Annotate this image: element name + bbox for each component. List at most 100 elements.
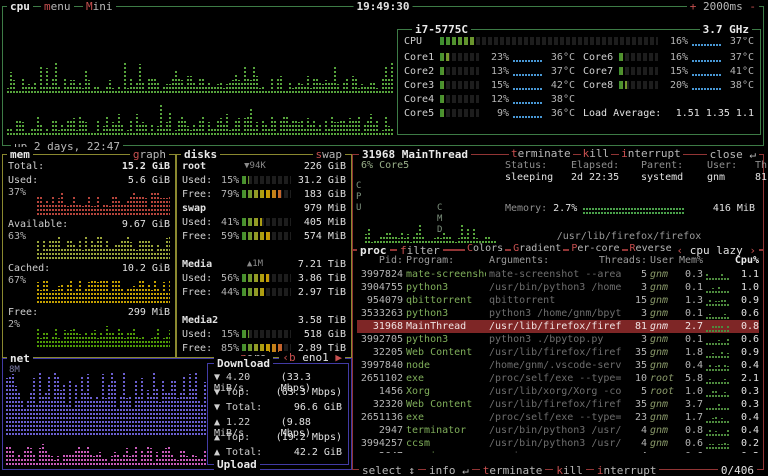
cpu-header[interactable]: Cpu% [733, 254, 759, 267]
net-stat-row: ▲ Top:(19.2 Mbps) [214, 432, 342, 447]
process-row[interactable]: 2651136exe/proc/self/exe --type=rendere2… [357, 411, 759, 424]
disk-free-percent: 59% [215, 231, 239, 242]
process-row[interactable]: 1456Xorg/usr/lib/xorg/Xorg -core :0 -5ro… [357, 385, 759, 398]
process-list[interactable]: 3997824mate-screenshomate-screenshot --a… [357, 268, 759, 453]
user-header[interactable]: User: [650, 254, 676, 267]
disk-used-label: Used: [182, 217, 212, 228]
interval-increase-button[interactable]: + [690, 0, 697, 13]
row-cpu-graph [706, 452, 730, 454]
update-interval: + 2000ms - [687, 0, 759, 14]
core-row: Core1 23% 36°C [404, 50, 575, 64]
threads-cell: 5 [625, 385, 647, 398]
select-button[interactable]: select ↕ [359, 464, 418, 476]
process-row[interactable]: 3904755python3/usr/bin/python3 /home/gnm… [357, 281, 759, 294]
core-temp: 41°C [726, 66, 754, 77]
per-core-option[interactable]: Per-core [569, 243, 621, 254]
pid-cell: 32320 [357, 398, 403, 411]
args-cell: /usr/bin/python3 /usr/bin/ccs [489, 437, 622, 450]
mem-stat-percent: 2% [8, 319, 34, 349]
row-cpu-graph [706, 348, 730, 358]
core-percent: 16% [662, 52, 688, 63]
mem-stat-row: Free: 299 MiB [8, 305, 170, 319]
mem-cell: 0.1 [679, 281, 703, 294]
net-stat-value: (63.3 Mbps) [276, 387, 342, 402]
mem-cell: 1.3 [679, 294, 703, 307]
core-label: Core4 [404, 94, 436, 105]
detail-value: 2d 22:35 [571, 172, 633, 183]
core-usage-meter [440, 95, 479, 103]
cpu-cell: 0.9 [733, 346, 759, 359]
footer-interrupt-button[interactable]: interrupt [594, 464, 660, 476]
process-row[interactable]: 32320Web Content/usr/lib/firefox/firefox… [357, 398, 759, 411]
process-row[interactable]: 3992705python3python3 ./bpytop.py3gnm0.1… [357, 333, 759, 346]
program-cell: node [406, 359, 486, 372]
pid-cell: 3994257 [357, 437, 403, 450]
detail-memory-row: Memory: 2.7% 416 MiB [505, 203, 755, 214]
cpu-vertical-label: CPU [356, 181, 364, 214]
core-percent: 20% [662, 80, 688, 91]
cpu-usage-graph-upper [7, 55, 393, 93]
footer-kill-button[interactable]: kill [553, 464, 586, 476]
mem-cell: 0.4 [679, 359, 703, 372]
footer-terminate-button[interactable]: terminate [480, 464, 546, 476]
pid-header[interactable]: Pid: [357, 254, 403, 267]
net-stats-panel: Download Upload ▼ 4.20 MiB/s(33.3 Mbps) … [207, 363, 349, 465]
core-temp-graph [692, 67, 722, 76]
mem-graph-toggle[interactable]: graph [130, 147, 169, 162]
kill-button[interactable]: kill [581, 147, 612, 160]
threads-cell: 4 [625, 437, 647, 450]
disk-free-row: Free: 79% 183 GiB [182, 187, 346, 201]
core-temp-graph [692, 53, 722, 62]
process-row-selected[interactable]: 31968MainThread/usr/lib/firefox/firefox8… [357, 320, 759, 333]
net-stat-label: ▼ 4.20 MiB/s [214, 372, 281, 387]
mem-stat-value: 299 MiB [128, 307, 170, 318]
reverse-option[interactable]: Reverse [628, 243, 674, 254]
gradient-option[interactable]: Gradient [511, 243, 563, 254]
disk-name-row: Media2 3.58 TiB [182, 313, 346, 327]
args-cell: python3 /home/gnm/bpytop/bpyt [489, 307, 622, 320]
detail-header: Threads: [755, 160, 768, 171]
program-cell: Web Content [406, 398, 486, 411]
pid-cell: 31968 [357, 320, 403, 333]
process-row[interactable]: 32205Web Content/usr/lib/firefox/firefox… [357, 346, 759, 359]
user-cell: root [650, 385, 676, 398]
disk-used-label: Used: [182, 175, 212, 186]
disk-used-label: Used: [182, 273, 212, 284]
threads-cell: 3 [625, 333, 647, 346]
mem-box: mem graph Total: 15.2 GiB Used: 5.6 GiB … [2, 154, 176, 358]
process-row[interactable]: 2647compizcompiz4gnm0.60.2 [357, 450, 759, 453]
args-cell: /home/gnm/.vscode-server/bin/ [489, 359, 622, 372]
disks-swap-toggle[interactable]: swap [313, 147, 346, 162]
mem-header[interactable]: Mem% [679, 254, 703, 267]
terminate-button[interactable]: terminate [509, 147, 573, 160]
program-header[interactable]: Program: [406, 254, 486, 267]
core-percent: 23% [483, 52, 509, 63]
mem-box-title: mem [7, 147, 33, 162]
interrupt-button[interactable]: interrupt [619, 147, 683, 160]
core-column-right: Core6 16% 37°C Core7 15% 41°C Co [583, 50, 754, 120]
mini-mode-button[interactable]: Mini [83, 0, 116, 14]
process-row[interactable]: 3994257ccsm/usr/bin/python3 /usr/bin/ccs… [357, 437, 759, 450]
process-row[interactable]: 954079qbittorrentqbittorrent15gnm1.30.9 [357, 294, 759, 307]
disk-free-meter [242, 190, 291, 198]
menu-button[interactable]: menu [41, 0, 74, 14]
mem-cell: 0.1 [679, 307, 703, 320]
row-cpu-graph [706, 283, 730, 293]
info-button[interactable]: info ↵ [426, 464, 472, 476]
interval-decrease-button[interactable]: - [749, 0, 756, 13]
threads-header[interactable]: Threads: [599, 254, 647, 267]
detail-memory-graph [583, 204, 707, 214]
net-download-graph [6, 369, 206, 435]
mem-cell: 1.7 [679, 411, 703, 424]
process-row[interactable]: 2947terminator/usr/bin/python3 /usr/bin/… [357, 424, 759, 437]
colors-option[interactable]: Colors [465, 243, 505, 254]
process-row[interactable]: 2651102exe/proc/self/exe --type=gpu-pro1… [357, 372, 759, 385]
clock: 19:49:30 [354, 0, 413, 14]
core-label: Core2 [404, 66, 436, 77]
process-row[interactable]: 3997824mate-screenshomate-screenshot --a… [357, 268, 759, 281]
args-cell: /usr/lib/firefox/firefox [489, 320, 622, 333]
process-row[interactable]: 3997840node/home/gnm/.vscode-server/bin/… [357, 359, 759, 372]
core-temp-graph [513, 67, 543, 76]
process-row[interactable]: 3533263python3python3 /home/gnm/bpytop/b… [357, 307, 759, 320]
user-cell: gnm [650, 307, 676, 320]
